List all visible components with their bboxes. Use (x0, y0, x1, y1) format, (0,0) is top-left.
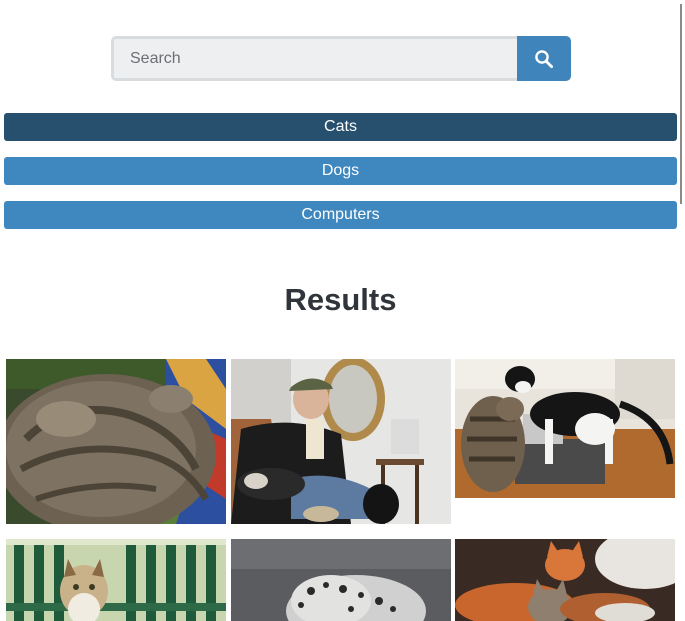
kittens-photo (455, 539, 675, 621)
result-image[interactable] (231, 539, 451, 621)
search-icon (535, 49, 554, 68)
category-computers-button[interactable]: Computers (4, 201, 677, 229)
search-input[interactable] (111, 36, 517, 81)
search-bar (111, 36, 571, 81)
man-with-cats-photo (231, 359, 451, 524)
results-title: Results (284, 282, 397, 317)
result-image[interactable] (231, 359, 451, 524)
result-image[interactable] (455, 359, 675, 498)
sleeping-cat-photo (6, 359, 226, 524)
search-button[interactable] (517, 36, 571, 81)
category-cats-button[interactable]: Cats (4, 113, 677, 141)
page: Cats Dogs Computers Results (0, 0, 685, 621)
cat-fence-photo (6, 539, 226, 621)
two-cats-photo (455, 359, 675, 498)
result-image[interactable] (455, 539, 675, 621)
category-dogs-button[interactable]: Dogs (4, 157, 677, 185)
result-image[interactable] (6, 359, 226, 524)
scrollbar-thumb[interactable] (680, 4, 682, 204)
result-image[interactable] (6, 539, 226, 621)
snow-leopard-photo (231, 539, 451, 621)
